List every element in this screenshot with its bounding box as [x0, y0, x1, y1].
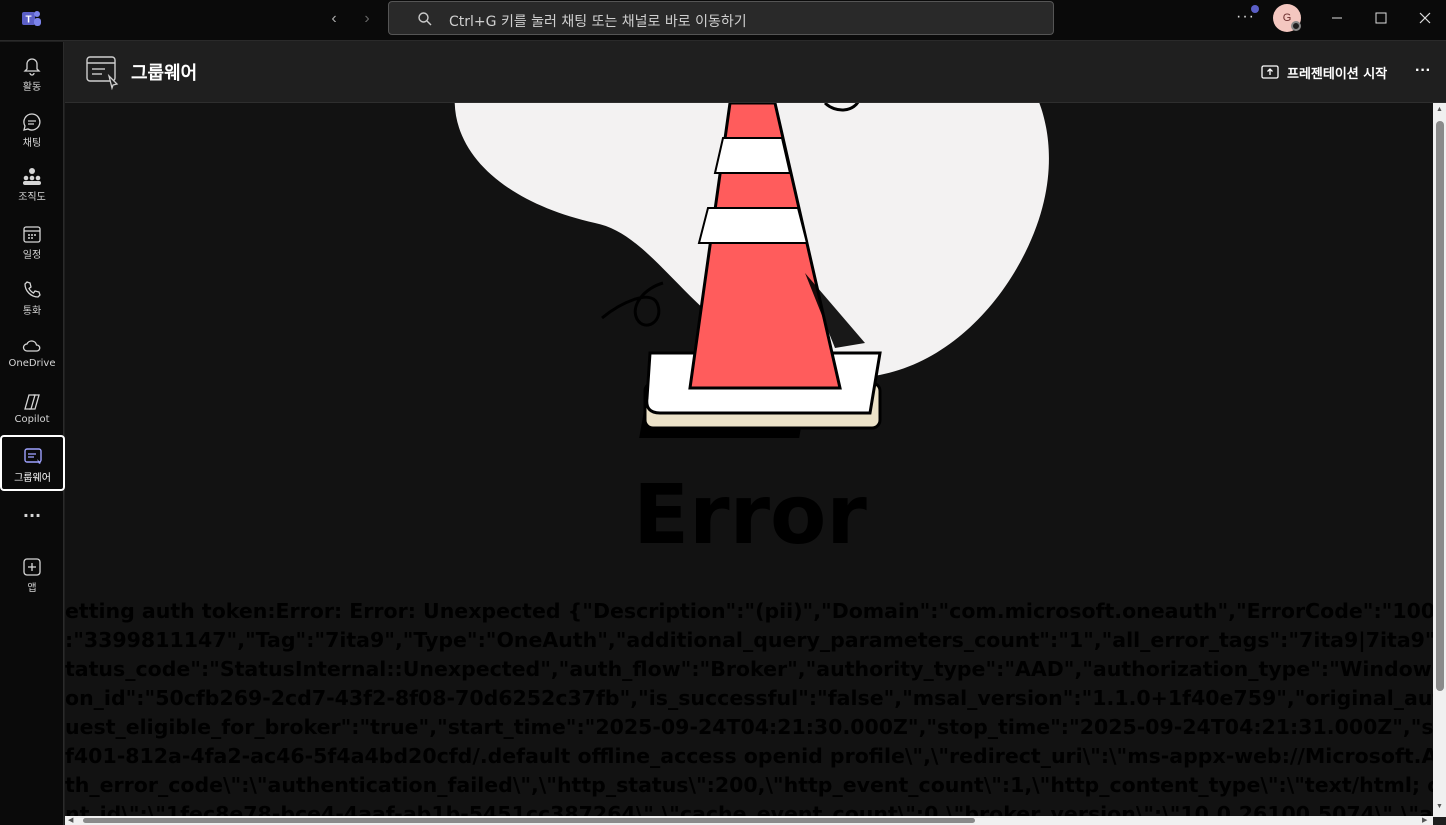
chat-icon	[23, 113, 41, 131]
scroll-down-arrow-icon[interactable]: ▼	[1436, 803, 1443, 810]
more-icon: ···	[22, 506, 42, 525]
error-log: etting auth token:Error: Error: Unexpect…	[65, 597, 1433, 817]
search-icon	[417, 11, 433, 27]
back-arrow-icon[interactable]: ‹	[324, 9, 344, 29]
rail-label: 일정	[22, 250, 42, 261]
horizontal-scroll-thumb[interactable]	[83, 818, 975, 823]
rail-label: Copilot	[14, 414, 50, 425]
traffic-cone-illustration	[454, 103, 1049, 438]
rail-item-onedrive[interactable]: OneDrive	[0, 326, 64, 380]
log-line: tatus_code":"StatusInternal::Unexpected"…	[65, 657, 1433, 681]
log-line: etting auth token:Error: Error: Unexpect…	[65, 599, 1433, 623]
minimize-button[interactable]	[1325, 8, 1349, 28]
search-input[interactable]: Ctrl+G 키를 눌러 채팅 또는 채널로 바로 이동하기	[388, 1, 1054, 35]
log-line: nt_id\":\"1fec8e78-bce4-4aaf-ab1b-5451cc…	[65, 802, 1433, 817]
rail-label: OneDrive	[8, 358, 56, 369]
search-placeholder: Ctrl+G 키를 눌러 채팅 또는 채널로 바로 이동하기	[449, 14, 747, 30]
rail-item-activity[interactable]: 활동	[0, 46, 64, 100]
horizontal-scrollbar[interactable]: ◀ ▶	[65, 816, 1433, 825]
rail-item-org-chart[interactable]: 조직도	[0, 156, 64, 210]
rail-item-copilot[interactable]: Copilot	[0, 382, 64, 436]
log-line: f401-812a-4fa2-ac46-5f4a4bd20cfd/.defaul…	[65, 744, 1433, 768]
notification-dot	[1251, 5, 1259, 13]
calendar-icon	[23, 226, 41, 243]
groupware-icon	[85, 54, 121, 91]
rail-label: 조직도	[18, 192, 46, 203]
cloud-icon	[22, 340, 41, 352]
rail-label: 그룹웨어	[14, 473, 51, 484]
phone-icon	[24, 281, 41, 298]
rail-item-apps[interactable]: 앱	[0, 547, 64, 601]
log-line: on_id":"50cfb269-2cd7-43f2-8f08-70d6252c…	[65, 686, 1433, 710]
rail-more-button[interactable]: ···	[0, 502, 64, 532]
close-button[interactable]	[1413, 8, 1437, 28]
rail-label: 통화	[22, 306, 42, 317]
app-header: 그룹웨어 프레젠테이션 시작 ···	[65, 42, 1446, 103]
presence-status-icon	[1291, 21, 1301, 31]
groupware-icon	[23, 448, 42, 464]
teams-logo-icon: T	[20, 8, 42, 30]
error-heading: Error	[633, 468, 867, 563]
rail-label: 활동	[22, 82, 42, 93]
copilot-icon	[24, 394, 40, 410]
rail-label: 앱	[27, 583, 37, 594]
rail-item-groupware[interactable]: 그룹웨어	[0, 435, 65, 491]
rail-item-chat[interactable]: 채팅	[0, 102, 64, 156]
page-title: 그룹웨어	[131, 63, 198, 84]
scroll-left-arrow-icon[interactable]: ◀	[68, 816, 73, 824]
share-screen-icon	[1261, 65, 1279, 79]
log-line: th_error_code\":\"authentication_failed\…	[65, 773, 1433, 797]
content-area: Error etting auth token:Error: Error: Un…	[65, 103, 1433, 817]
scroll-right-arrow-icon[interactable]: ▶	[1422, 816, 1427, 824]
rail-item-calendar[interactable]: 일정	[0, 214, 64, 268]
svg-text:T: T	[25, 15, 31, 26]
bell-icon	[23, 58, 41, 76]
maximize-button[interactable]	[1369, 8, 1393, 28]
log-line: uest_eligible_for_broker":"true","start_…	[65, 715, 1433, 739]
rail-item-calls[interactable]: 통화	[0, 270, 64, 324]
vertical-scroll-thumb[interactable]	[1436, 121, 1444, 691]
forward-arrow-icon[interactable]: ›	[357, 9, 377, 29]
people-icon	[23, 168, 41, 185]
vertical-scrollbar[interactable]: ▲ ▼	[1433, 103, 1446, 817]
app-rail: 활동 채팅 조직도 일정 통화 OneDrive Copilot 그룹웨어 ··…	[0, 42, 65, 825]
rail-label: 채팅	[22, 138, 42, 149]
log-line: :"3399811147","Tag":"7ita9","Type":"OneA…	[65, 628, 1433, 652]
add-app-icon	[23, 558, 41, 576]
scroll-up-arrow-icon[interactable]: ▲	[1436, 106, 1443, 113]
title-bar: T ‹ › Ctrl+G 키를 눌러 채팅 또는 채널로 바로 이동하기 ···…	[0, 0, 1446, 41]
header-more-button[interactable]: ···	[1415, 62, 1431, 80]
start-presentation-label: 프레젠테이션 시작	[1287, 67, 1388, 82]
